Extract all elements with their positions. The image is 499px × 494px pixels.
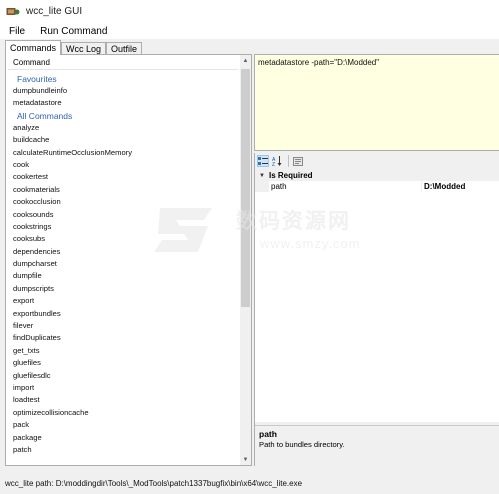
favourites-group-label[interactable]: Favourites — [6, 73, 240, 85]
command-list-item[interactable]: gluefilesdlc — [6, 370, 240, 382]
app-window: wcc_lite GUI File Run Command Commands W… — [0, 0, 499, 494]
property-description: path Path to bundles directory. — [255, 425, 499, 466]
menu-run-command[interactable]: Run Command — [40, 26, 107, 37]
command-list-item[interactable]: dumpbundleinfo — [6, 85, 240, 97]
property-grid-body: ▼ Is Required path D:\Modded — [255, 170, 499, 422]
property-category[interactable]: ▼ Is Required — [255, 170, 499, 181]
command-list-item[interactable]: cookstrings — [6, 221, 240, 233]
command-list-item[interactable]: cookertest — [6, 171, 240, 183]
command-list-item[interactable]: cook — [6, 159, 240, 171]
command-list-item[interactable]: loadtest — [6, 394, 240, 406]
svg-text:Z: Z — [272, 162, 275, 166]
app-icon — [6, 6, 20, 18]
command-list-item[interactable]: analyze — [6, 122, 240, 134]
command-list-item[interactable]: cooksubs — [6, 233, 240, 245]
command-list-item[interactable]: patch — [6, 444, 240, 456]
scroll-down-arrow-icon[interactable]: ▼ — [240, 454, 251, 465]
command-list-item[interactable]: dependencies — [6, 246, 240, 258]
command-list-item[interactable]: buildcache — [6, 134, 240, 146]
toolbar-separator — [288, 155, 289, 167]
command-list-item[interactable]: filever — [6, 320, 240, 332]
command-list-item[interactable]: optimizecollisioncache — [6, 407, 240, 419]
scroll-up-arrow-icon[interactable]: ▲ — [240, 55, 251, 66]
property-grid: A Z ▼ Is Required path D:\Modded path Pa… — [254, 153, 499, 466]
command-list-item[interactable]: findDuplicates — [6, 332, 240, 344]
command-list-item[interactable]: cooksounds — [6, 209, 240, 221]
tab-strip: Commands Wcc Log Outfile — [5, 40, 143, 55]
command-list-item[interactable]: import — [6, 382, 240, 394]
command-list-item[interactable]: cookmaterials — [6, 184, 240, 196]
command-list-item[interactable]: gluefiles — [6, 357, 240, 369]
property-grid-toolbar: A Z — [255, 153, 499, 169]
command-list-item[interactable]: cookocclusion — [6, 196, 240, 208]
title-bar: wcc_lite GUI — [0, 0, 499, 23]
property-row[interactable]: path D:\Modded — [255, 181, 499, 192]
command-list-item[interactable]: metadatastore — [6, 97, 240, 109]
status-bar: wcc_lite path: D:\moddingdir\Tools\_ModT… — [0, 472, 499, 494]
categorized-icon[interactable] — [257, 155, 269, 167]
command-list-item[interactable]: get_txts — [6, 345, 240, 357]
command-list[interactable]: Command Favourites dumpbundleinfo metadat… — [6, 55, 240, 465]
command-list-item[interactable]: pack — [6, 419, 240, 431]
collapse-triangle-icon[interactable]: ▼ — [255, 173, 269, 179]
command-list-scrollbar[interactable]: ▲ ▼ — [240, 55, 251, 465]
tab-commands[interactable]: Commands — [5, 40, 62, 55]
command-list-item[interactable]: dumpcharset — [6, 258, 240, 270]
menu-file[interactable]: File — [9, 26, 25, 37]
command-text-box[interactable]: metadatastore -path="D:\Modded" — [254, 54, 499, 151]
command-list-item[interactable]: calculateRuntimeOcclusionMemory — [6, 147, 240, 159]
command-list-item[interactable]: exportbundles — [6, 308, 240, 320]
all-commands-group-label[interactable]: All Commands — [6, 110, 240, 122]
command-list-item[interactable]: dumpscripts — [6, 283, 240, 295]
command-list-item[interactable]: export — [6, 295, 240, 307]
property-value[interactable]: D:\Modded — [421, 181, 499, 192]
description-text: Path to bundles directory. — [259, 440, 345, 449]
command-list-panel: Command Favourites dumpbundleinfo metadat… — [5, 54, 252, 466]
row-margin — [255, 181, 269, 192]
window-title: wcc_lite GUI — [26, 6, 83, 17]
menu-bar: File Run Command — [0, 23, 499, 39]
category-label: Is Required — [269, 171, 313, 180]
description-title: path — [259, 429, 277, 439]
alphabetical-icon[interactable]: A Z — [271, 155, 283, 167]
scrollbar-thumb[interactable] — [241, 69, 250, 307]
command-list-item[interactable]: package — [6, 432, 240, 444]
property-name[interactable]: path — [269, 182, 421, 191]
command-column-header[interactable]: Command — [8, 57, 238, 70]
command-list-item[interactable]: dumpfile — [6, 270, 240, 282]
property-pages-icon[interactable] — [292, 155, 304, 167]
